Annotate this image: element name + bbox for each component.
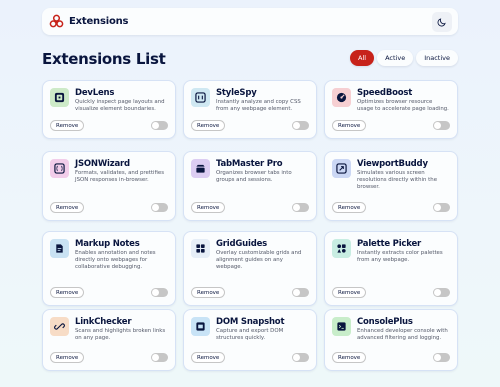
toggle-knob (293, 354, 300, 361)
extension-card: Markup Notes Enables annotation and note… (42, 231, 176, 306)
extension-name: Markup Notes (75, 239, 140, 249)
theme-toggle-button[interactable] (432, 11, 452, 32)
extension-card: DOM Snapshot Capture and export DOM stru… (183, 309, 317, 371)
tabmaster-icon (191, 159, 210, 178)
active-toggle[interactable] (292, 353, 309, 362)
remove-button[interactable]: Remove (332, 352, 367, 363)
active-toggle[interactable] (433, 288, 450, 297)
speedboost-icon (332, 88, 351, 107)
palette-icon (332, 239, 351, 258)
toggle-knob (434, 289, 441, 296)
extension-description: Instantly extracts color palettes from a… (357, 250, 443, 263)
extension-description: Enables annotation and notes directly on… (75, 250, 156, 270)
filter-all-button[interactable]: All (350, 50, 375, 66)
active-toggle[interactable] (292, 288, 309, 297)
viewport-icon (332, 159, 351, 178)
extension-name: DOM Snapshot (216, 317, 285, 327)
extension-description: Enhanced developer console with advanced… (357, 328, 448, 341)
extension-name: DevLens (75, 88, 115, 98)
extension-description: Optimizes browser resource usage to acce… (357, 99, 449, 112)
active-toggle[interactable] (433, 203, 450, 212)
remove-button[interactable]: Remove (191, 352, 226, 363)
extension-card: SpeedBoost Optimizes browser resource us… (324, 80, 458, 139)
filter-inactive-button[interactable]: Inactive (416, 50, 458, 66)
toggle-knob (293, 122, 300, 129)
header: Extensions (42, 8, 458, 35)
extension-name: GridGuides (216, 239, 268, 249)
extension-description: Formats, validates, and prettifies JSON … (75, 170, 165, 183)
markup-notes-icon (50, 239, 69, 258)
extension-card: StyleSpy Instantly analyze and copy CSS … (183, 80, 317, 139)
extension-card: TabMaster Pro Organizes browser tabs int… (183, 151, 317, 221)
remove-button[interactable]: Remove (332, 120, 367, 131)
remove-button[interactable]: Remove (191, 287, 226, 298)
toggle-knob (152, 289, 159, 296)
extension-description: Overlay customizable grids and alignment… (216, 250, 302, 270)
toggle-knob (152, 122, 159, 129)
remove-button[interactable]: Remove (50, 352, 85, 363)
active-toggle[interactable] (292, 203, 309, 212)
extension-card: LinkChecker Scans and highlights broken … (42, 309, 176, 371)
gridguides-icon (191, 239, 210, 258)
remove-button[interactable]: Remove (191, 202, 226, 213)
logo-icon (49, 14, 64, 29)
filter-group: All Active Inactive (350, 50, 458, 66)
extension-description: Instantly analyze and copy CSS from any … (216, 99, 301, 112)
extension-name: JSONWizard (75, 159, 130, 169)
toggle-knob (434, 354, 441, 361)
active-toggle[interactable] (433, 121, 450, 130)
extension-name: Palette Picker (357, 239, 422, 249)
toggle-knob (152, 204, 159, 211)
toggle-knob (293, 204, 300, 211)
extension-name: SpeedBoost (357, 88, 413, 98)
extension-card: ConsolePlus Enhanced developer console w… (324, 309, 458, 371)
brand-name: Extensions (69, 16, 129, 27)
extension-card: DevLens Quickly inspect page layouts and… (42, 80, 176, 139)
toggle-knob (434, 204, 441, 211)
remove-button[interactable]: Remove (50, 287, 85, 298)
extension-description: Quickly inspect page layouts and visuali… (75, 99, 165, 112)
filter-active-button[interactable]: Active (377, 50, 414, 66)
toggle-knob (152, 354, 159, 361)
extension-card: GridGuides Overlay customizable grids an… (183, 231, 317, 306)
remove-button[interactable]: Remove (191, 120, 226, 131)
remove-button[interactable]: Remove (332, 202, 367, 213)
devlens-icon (50, 88, 69, 107)
toggle-knob (434, 122, 441, 129)
extension-card: ViewportBuddy Simulates various screen r… (324, 151, 458, 221)
extension-name: ViewportBuddy (357, 159, 428, 169)
extension-name: TabMaster Pro (216, 159, 283, 169)
remove-button[interactable]: Remove (50, 202, 85, 213)
active-toggle[interactable] (151, 353, 168, 362)
toggle-knob (293, 289, 300, 296)
active-toggle[interactable] (433, 353, 450, 362)
consoleplus-icon (332, 317, 351, 336)
remove-button[interactable]: Remove (50, 120, 85, 131)
linkchecker-icon (50, 317, 69, 336)
extension-description: Organizes browser tabs into groups and s… (216, 170, 292, 183)
extension-name: LinkChecker (75, 317, 132, 327)
extension-description: Capture and export DOM structures quickl… (216, 328, 284, 341)
active-toggle[interactable] (151, 203, 168, 212)
extension-card: JSONWizard Formats, validates, and prett… (42, 151, 176, 221)
moon-icon (437, 12, 447, 31)
extension-card: Palette Picker Instantly extracts color … (324, 231, 458, 306)
extension-description: Simulates various screen resolutions dir… (357, 170, 438, 190)
active-toggle[interactable] (151, 288, 168, 297)
dom-snapshot-icon (191, 317, 210, 336)
stylespy-icon (191, 88, 210, 107)
page-title: Extensions List (42, 50, 166, 68)
jsonwizard-icon (50, 159, 69, 178)
active-toggle[interactable] (292, 121, 309, 130)
remove-button[interactable]: Remove (332, 287, 367, 298)
extension-description: Scans and highlights broken links on any… (75, 328, 166, 341)
extension-name: ConsolePlus (357, 317, 413, 327)
active-toggle[interactable] (151, 121, 168, 130)
extension-name: StyleSpy (216, 88, 257, 98)
